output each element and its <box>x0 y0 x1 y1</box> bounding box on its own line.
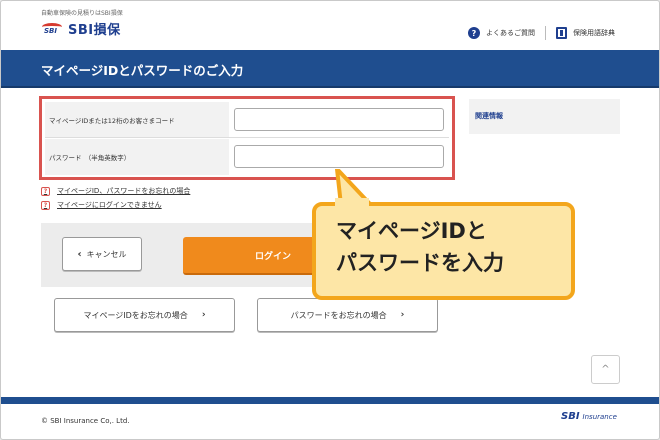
id-input[interactable] <box>234 108 444 131</box>
copyright: © SBI Insurance Co,. Ltd. <box>41 417 130 425</box>
page-title: マイページIDとパスワードのご入力 <box>41 63 244 78</box>
forgot-password-label: パスワードをお忘れの場合 <box>290 310 387 320</box>
help-icon: ? <box>41 200 50 210</box>
book-icon <box>556 27 567 39</box>
help-links: ? マイページID、パスワードをお忘れの場合 ? マイページにログインできません <box>41 184 190 212</box>
header-divider <box>545 26 546 40</box>
callout-line-2: パスワードを入力 <box>336 250 504 275</box>
screenshot-frame: 自動車保険の見積りはSBI損保 SBI SBI損保 ? よくあるご質問 保険用語… <box>0 0 660 440</box>
id-label: マイページIDまたは12桁のお客さまコード <box>45 102 229 137</box>
help-link-cannot-login[interactable]: ? マイページにログインできません <box>41 198 190 212</box>
logo-text: SBI損保 <box>68 23 121 38</box>
help-link-label: マイページにログインできません <box>57 201 162 209</box>
chevron-left-icon: ‹ <box>77 248 82 260</box>
instruction-callout: マイページIDと パスワードを入力 <box>312 202 575 300</box>
site-logo[interactable]: SBI SBI損保 <box>41 19 121 38</box>
footer-logo-sbi: SBI <box>561 411 580 422</box>
header-tagline: 自動車保険の見積りはSBI損保 <box>41 10 123 17</box>
callout-pointer-join <box>335 198 369 208</box>
cancel-label: キャンセル <box>86 249 127 259</box>
forgot-password-button[interactable]: パスワードをお忘れの場合 › <box>257 298 438 332</box>
help-link-label: マイページID、パスワードをお忘れの場合 <box>57 187 191 195</box>
callout-line-1: マイページIDと <box>336 219 487 243</box>
login-form: マイページIDまたは12桁のお客さまコード パスワード （半角英数字） <box>39 96 455 180</box>
footer-bar <box>1 397 659 404</box>
page-top-button[interactable]: ^ <box>591 355 620 384</box>
cancel-button[interactable]: ‹ キャンセル <box>62 237 142 271</box>
related-info-panel: 関連情報 <box>469 99 620 134</box>
password-row: パスワード （半角英数字） <box>45 139 449 175</box>
footer-logo: SBI Insurance <box>561 411 617 422</box>
help-link-forgot[interactable]: ? マイページID、パスワードをお忘れの場合 <box>41 184 190 198</box>
forgot-id-button[interactable]: マイページIDをお忘れの場合 › <box>54 298 235 332</box>
callout-text: マイページIDと パスワードを入力 <box>336 216 504 279</box>
help-icon: ? <box>41 186 50 196</box>
related-info-title: 関連情報 <box>475 112 503 120</box>
id-row: マイページIDまたは12桁のお客さまコード <box>45 102 449 138</box>
password-input[interactable] <box>234 145 444 168</box>
faq-link[interactable]: ? よくあるご質問 <box>468 27 535 39</box>
header-links: ? よくあるご質問 保険用語辞典 <box>468 26 615 40</box>
question-icon: ? <box>468 27 480 39</box>
glossary-label: 保険用語辞典 <box>573 29 615 37</box>
footer-logo-insurance: Insurance <box>582 412 617 421</box>
chevron-up-icon: ^ <box>601 364 610 375</box>
glossary-link[interactable]: 保険用語辞典 <box>556 27 615 39</box>
faq-label: よくあるご質問 <box>486 29 535 37</box>
page-title-bar: マイページIDとパスワードのご入力 <box>1 50 659 88</box>
login-label: ログイン <box>254 251 291 262</box>
forgot-id-label: マイページIDをお忘れの場合 <box>83 310 188 320</box>
chevron-right-icon: › <box>400 310 405 320</box>
sbi-logo-icon: SBI <box>41 22 63 36</box>
chevron-right-icon: › <box>201 310 206 320</box>
password-label: パスワード （半角英数字） <box>45 139 229 175</box>
